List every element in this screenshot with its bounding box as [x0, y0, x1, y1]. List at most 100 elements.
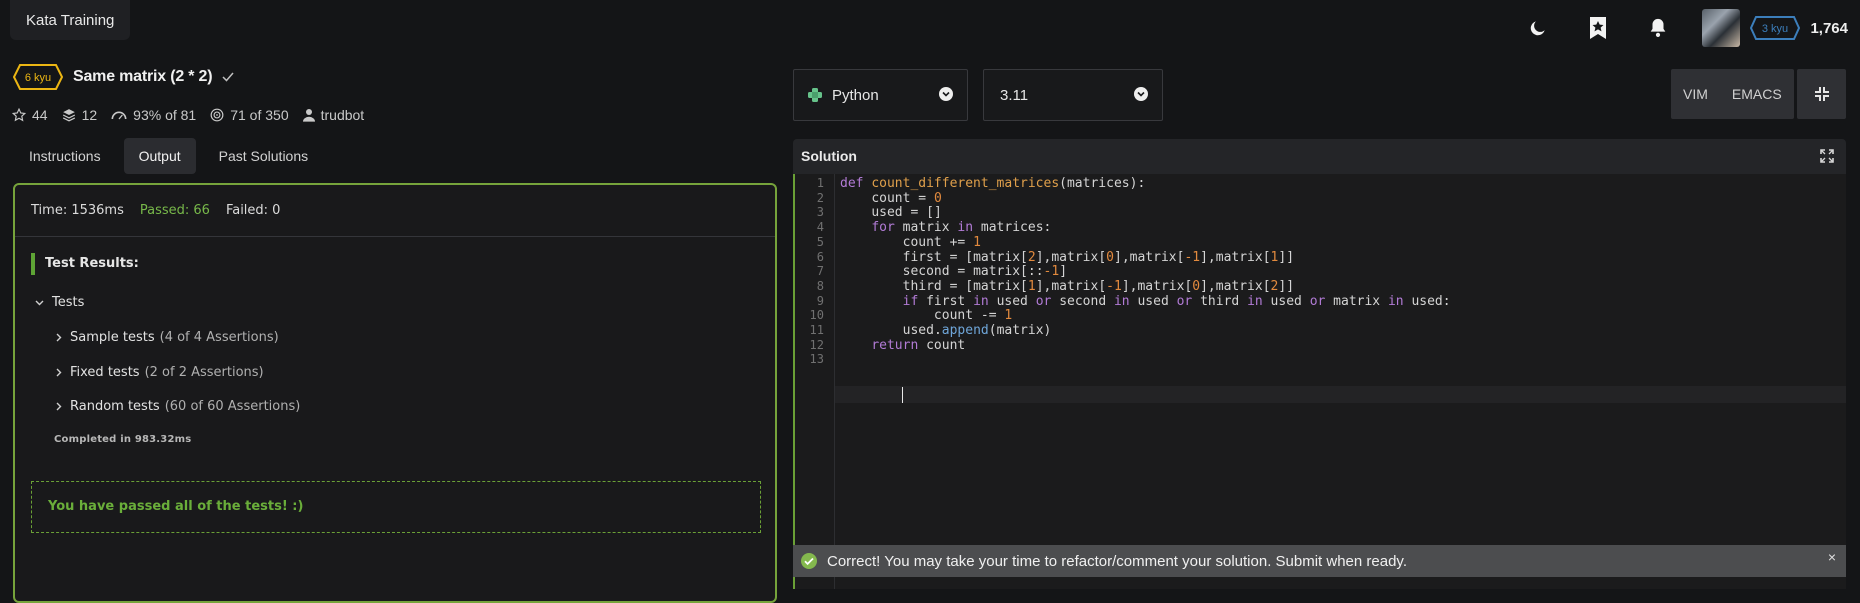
- version-value: 3.11: [1000, 86, 1029, 104]
- layers-icon: [62, 109, 75, 122]
- author-stat[interactable]: trudbot: [302, 107, 365, 123]
- test-results: Test Results:: [31, 253, 759, 275]
- code-line[interactable]: count += 1: [840, 235, 981, 250]
- version-select[interactable]: 3.11: [983, 69, 1163, 121]
- chevron-down-icon: [35, 300, 44, 305]
- brand-title[interactable]: Kata Training: [10, 0, 131, 40]
- run-summary: Time: 1536ms Passed: 66 Failed: 0: [15, 185, 775, 237]
- line-number-gutter: 1 2 3 4 5 6 7 8 9 10 11 12 13: [795, 174, 835, 589]
- test-group-name: Random tests: [70, 399, 160, 414]
- run-time: Time: 1536ms: [31, 203, 124, 218]
- honor-score: 1,764: [1810, 19, 1848, 37]
- line-number: 3: [816, 205, 824, 220]
- output-panel: Time: 1536ms Passed: 66 Failed: 0 Test R…: [13, 183, 777, 603]
- tests-group-toggle[interactable]: Tests: [35, 295, 84, 310]
- test-group-detail: (4 of 4 Assertions): [159, 330, 279, 345]
- stars-stat[interactable]: 44: [12, 107, 48, 123]
- tab-output[interactable]: Output: [123, 138, 196, 174]
- test-group-random[interactable]: Random tests (60 of 60 Assertions): [56, 399, 300, 414]
- chevron-right-icon: [56, 402, 62, 411]
- line-number: 11: [809, 323, 824, 337]
- tests-label: Tests: [52, 295, 85, 310]
- line-number: 7: [816, 264, 824, 279]
- user-rank-badge: 3 kyu: [1750, 16, 1801, 40]
- test-group-name: Sample tests: [70, 330, 155, 345]
- completions-stat: 71 of 350: [210, 107, 289, 123]
- chevron-down-icon: [1134, 87, 1148, 101]
- code-line[interactable]: count -= 1: [840, 308, 1012, 323]
- kata-header: 6 kyu Same matrix (2 * 2): [13, 64, 234, 90]
- line-number: 1: [816, 176, 824, 190]
- language-value: Python: [832, 86, 879, 104]
- expand-icon[interactable]: [1820, 149, 1834, 163]
- top-right-toolbar: 3 kyu 1,764: [1508, 8, 1848, 48]
- target-icon: [210, 108, 224, 122]
- author-name: trudbot: [320, 107, 365, 123]
- kata-tabs: Instructions Output Past Solutions: [14, 138, 323, 174]
- fullscreen-button[interactable]: [1797, 69, 1846, 119]
- user-rank-text: 3 kyu: [1762, 23, 1788, 35]
- bookmark-star-icon: [1590, 17, 1607, 39]
- user-icon: [302, 109, 315, 122]
- code-line[interactable]: third = [matrix[1],matrix[-1],matrix[0],…: [840, 279, 1294, 294]
- code-line[interactable]: count = 0: [840, 191, 941, 206]
- line-number: 10: [809, 308, 824, 323]
- kata-rank-text: 6 kyu: [25, 72, 51, 84]
- code-line[interactable]: used = []: [840, 205, 941, 220]
- completed-time: Completed in 983.32ms: [54, 434, 192, 445]
- emacs-mode-button[interactable]: EMACS: [1720, 69, 1794, 119]
- active-line-highlight: [835, 386, 1846, 403]
- line-number: 2: [816, 190, 824, 205]
- satisfaction-stat: 93% of 81: [111, 107, 196, 123]
- code-line[interactable]: first = [matrix[2],matrix[0],matrix[-1],…: [840, 250, 1294, 265]
- satisfaction-value: 93% of 81: [133, 107, 197, 123]
- line-number: 12: [809, 337, 824, 352]
- code-line[interactable]: if first in used or second in used or th…: [840, 294, 1451, 309]
- code-line[interactable]: used.append(matrix): [840, 323, 1052, 338]
- code-line[interactable]: def count_different_matrices(matrices):: [840, 176, 1145, 191]
- vim-mode-button[interactable]: VIM: [1671, 69, 1720, 119]
- solution-header: Solution: [793, 139, 1846, 174]
- pass-message: You have passed all of the tests! :): [31, 481, 761, 533]
- code-editor[interactable]: 1 2 3 4 5 6 7 8 9 10 11 12 13 def count_different_ma…: [793, 174, 1846, 589]
- test-group-name: Fixed tests: [70, 365, 140, 380]
- bell-icon: [1651, 18, 1666, 37]
- code-line[interactable]: second = matrix[::-1]: [840, 264, 1067, 279]
- tab-instructions[interactable]: Instructions: [14, 138, 116, 174]
- passed-count: Passed: 66: [139, 203, 210, 218]
- collections-stat[interactable]: 12: [62, 107, 98, 123]
- tab-past-solutions[interactable]: Past Solutions: [204, 138, 324, 174]
- kata-stats: 44 12 93% of 81 71 of 350 trudbot: [12, 107, 364, 123]
- line-number: 6: [816, 249, 824, 264]
- text-cursor: [902, 387, 903, 403]
- star-icon: [12, 108, 26, 122]
- failed-count: Failed: 0: [225, 203, 281, 218]
- language-select[interactable]: Python: [793, 69, 968, 121]
- keybinding-mode-group: VIM EMACS: [1671, 69, 1794, 119]
- compress-icon: [1814, 87, 1829, 101]
- check-icon: [222, 72, 234, 82]
- close-icon[interactable]: ×: [1828, 549, 1836, 565]
- bookmarks-button[interactable]: [1568, 8, 1628, 48]
- notifications-button[interactable]: [1628, 8, 1688, 48]
- test-group-sample[interactable]: Sample tests (4 of 4 Assertions): [56, 330, 279, 345]
- stars-count: 44: [32, 107, 48, 123]
- chevron-down-icon: [939, 87, 953, 101]
- line-number: 5: [816, 234, 824, 249]
- dark-mode-toggle[interactable]: [1508, 8, 1568, 48]
- check-circle-icon: [801, 553, 817, 569]
- kata-title[interactable]: Same matrix (2 * 2): [73, 68, 213, 86]
- test-results-title: Test Results:: [31, 253, 759, 275]
- code-line[interactable]: for matrix in matrices:: [840, 220, 1051, 235]
- completions-value: 71 of 350: [230, 107, 289, 123]
- line-number: 13: [809, 352, 824, 367]
- chevron-right-icon: [56, 333, 62, 342]
- test-group-fixed[interactable]: Fixed tests (2 of 2 Assertions): [56, 365, 264, 380]
- collections-count: 12: [81, 107, 98, 123]
- toast-message: Correct! You may take your time to refac…: [827, 552, 1407, 570]
- line-number: 4: [816, 220, 824, 235]
- satisfaction-icon: [111, 111, 127, 120]
- code-line[interactable]: return count: [840, 338, 965, 353]
- avatar[interactable]: [1702, 9, 1741, 47]
- chevron-right-icon: [56, 368, 62, 377]
